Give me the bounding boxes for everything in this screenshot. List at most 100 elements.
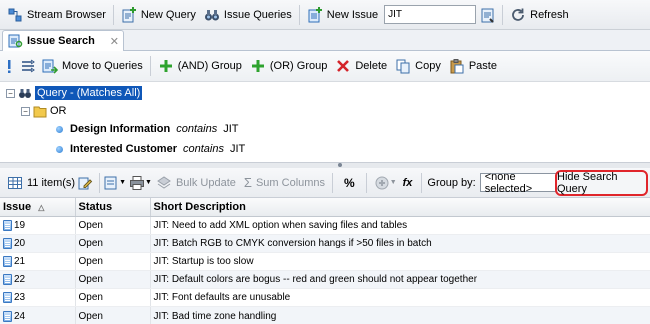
table-row[interactable]: 22 Open JIT: Default colors are bogus --… (0, 270, 650, 290)
chevron-down-icon[interactable]: ▼ (119, 179, 126, 186)
tree-root-label: Query - (Matches All) (35, 86, 143, 100)
paste-button[interactable]: Paste (445, 55, 501, 77)
export-icon[interactable] (103, 175, 119, 191)
issue-description: JIT: Startup is too slow (150, 252, 650, 272)
tab-strip: Issue Search ✕ (0, 30, 650, 51)
toolbar-separator (149, 56, 151, 76)
collapse-icon[interactable]: − (21, 106, 30, 116)
sum-columns-button[interactable]: Σ Sum Columns (240, 172, 329, 194)
tree-criterion[interactable]: Design Information contains JIT (56, 123, 239, 135)
warning-icon[interactable] (4, 58, 14, 74)
issue-icon (3, 310, 12, 322)
table-row[interactable]: 23 Open JIT: Font defaults are unusable (0, 288, 650, 308)
main-toolbar: Stream Browser New Query Issue Queries N… (0, 0, 650, 30)
collapse-icon[interactable]: − (6, 88, 15, 98)
new-query-button[interactable]: New Query (117, 4, 200, 26)
item-count-label: 11 item(s) (27, 176, 76, 189)
criterion-operator: contains (182, 143, 224, 155)
issue-search-icon (7, 33, 23, 49)
column-header-label: Short Description (153, 200, 246, 213)
issue-number: 22 (14, 274, 26, 286)
filter-icon[interactable] (374, 175, 390, 191)
table-row[interactable]: 20 Open JIT: Batch RGB to CMYK conversio… (0, 234, 650, 253)
bulk-update-label: Bulk Update (175, 176, 236, 189)
results-toolbar: 11 item(s) ▼ ▼ Bulk Update Σ Sum Columns… (0, 168, 650, 198)
chevron-down-icon[interactable]: ▼ (145, 179, 152, 186)
and-group-button[interactable]: (AND) Group (154, 55, 246, 77)
tree-root-node[interactable]: − Query - (Matches All) (6, 85, 143, 101)
new-issue-icon (307, 6, 323, 23)
group-by-value: <none selected> (484, 170, 533, 195)
issue-status: Open (75, 216, 151, 235)
issue-number: 21 (14, 255, 26, 267)
edit-icon[interactable] (77, 175, 93, 191)
table-row[interactable]: 21 Open JIT: Startup is too slow (0, 252, 650, 272)
issue-status: Open (75, 288, 151, 308)
issue-number: 20 (14, 237, 26, 249)
search-input[interactable] (384, 5, 477, 24)
bulk-update-button[interactable]: Bulk Update (152, 172, 240, 194)
delete-label: Delete (355, 60, 388, 72)
percent-button[interactable]: % (336, 172, 363, 194)
results-table: Issue △ Status Short Description 19 Open… (0, 198, 650, 324)
issue-description: JIT: Batch RGB to CMYK conversion hangs … (150, 234, 650, 253)
move-to-queries-icon (42, 58, 59, 74)
criterion-bullet-icon (56, 145, 63, 153)
refresh-button[interactable]: Refresh (506, 4, 573, 26)
issue-queries-label: Issue Queries (223, 8, 292, 21)
close-icon[interactable]: ✕ (110, 35, 119, 48)
fx-label: fx (402, 176, 413, 189)
group-by-label: Group by: (427, 176, 476, 189)
toolbar-separator (99, 172, 101, 193)
new-query-label: New Query (140, 8, 196, 21)
chevron-down-icon[interactable]: ▼ (390, 179, 397, 186)
copy-label: Copy (415, 60, 441, 72)
issue-icon (3, 274, 12, 286)
toolbar-separator (421, 172, 423, 193)
issue-number: 23 (14, 292, 26, 304)
plus-icon (158, 58, 174, 74)
print-icon[interactable] (129, 175, 145, 191)
or-group-label: (OR) Group (269, 60, 328, 72)
percent-label: % (344, 175, 355, 190)
hide-search-query-button[interactable]: Hide Search Query (555, 170, 648, 196)
stream-browser-icon (7, 7, 23, 23)
criterion-value: JIT (223, 123, 239, 135)
new-query-icon (121, 6, 137, 23)
issue-icon (3, 237, 12, 249)
toolbar-separator (298, 4, 300, 25)
table-header-row: Issue △ Status Short Description (0, 198, 650, 217)
criterion-field: Design Information (70, 123, 171, 135)
stream-browser-button[interactable]: Stream Browser (3, 4, 110, 26)
table-row[interactable]: 19 Open JIT: Need to add XML option when… (0, 216, 650, 235)
tree-criterion[interactable]: Interested Customer contains JIT (56, 143, 245, 155)
move-to-queries-button[interactable]: Move to Queries (38, 55, 147, 77)
formula-button[interactable]: fx (397, 172, 419, 194)
tab-issue-search[interactable]: Issue Search ✕ (2, 30, 124, 51)
table-row[interactable]: 24 Open JIT: Bad time zone handling (0, 306, 650, 324)
item-count: 11 item(s) (3, 172, 77, 194)
copy-button[interactable]: Copy (391, 55, 445, 77)
query-options-icon[interactable] (20, 58, 36, 74)
column-header-issue[interactable]: Issue △ (0, 198, 76, 217)
hide-search-query-label: Hide Search Query (557, 171, 618, 195)
column-header-short-description[interactable]: Short Description (150, 198, 650, 217)
issue-description: JIT: Bad time zone handling (150, 306, 650, 324)
column-header-status[interactable]: Status (75, 198, 151, 217)
search-options-icon[interactable] (480, 7, 496, 23)
issue-status: Open (75, 234, 151, 253)
query-toolbar: Move to Queries (AND) Group (OR) Group D… (0, 51, 650, 82)
issue-status: Open (75, 270, 151, 290)
move-to-queries-label: Move to Queries (62, 60, 143, 72)
delete-button[interactable]: Delete (331, 55, 391, 77)
or-group-button[interactable]: (OR) Group (246, 55, 331, 77)
query-root-icon (18, 85, 32, 101)
splitter-grip-icon[interactable] (338, 163, 342, 167)
column-header-label: Issue (3, 200, 32, 213)
delete-icon (335, 58, 351, 74)
issue-queries-button[interactable]: Issue Queries (200, 4, 296, 26)
tree-or-node[interactable]: − OR (21, 103, 67, 119)
bulk-update-icon (156, 175, 172, 191)
toolbar-separator (365, 172, 367, 193)
new-issue-button[interactable]: New Issue (303, 4, 382, 26)
